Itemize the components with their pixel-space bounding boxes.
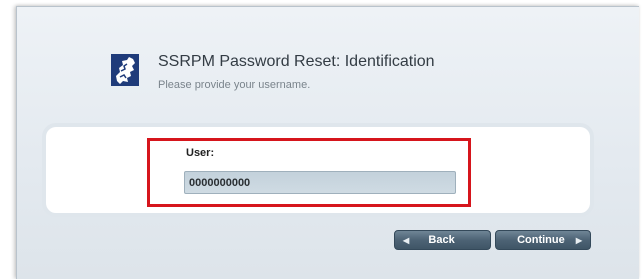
page-subtitle: Please provide your username. [158, 79, 311, 91]
back-button-label: Back [428, 234, 455, 246]
user-input[interactable] [184, 171, 456, 194]
chevron-right-icon: ▶ [575, 235, 582, 245]
chevron-left-icon: ◀ [403, 235, 410, 245]
continue-button-label: Continue [517, 234, 565, 246]
page-title: SSRPM Password Reset: Identification [158, 53, 435, 70]
user-label: User: [186, 147, 215, 159]
back-button[interactable]: ◀ Back [394, 230, 491, 250]
continue-button[interactable]: Continue ▶ [495, 230, 591, 250]
ssrpm-logo-icon [111, 54, 139, 86]
